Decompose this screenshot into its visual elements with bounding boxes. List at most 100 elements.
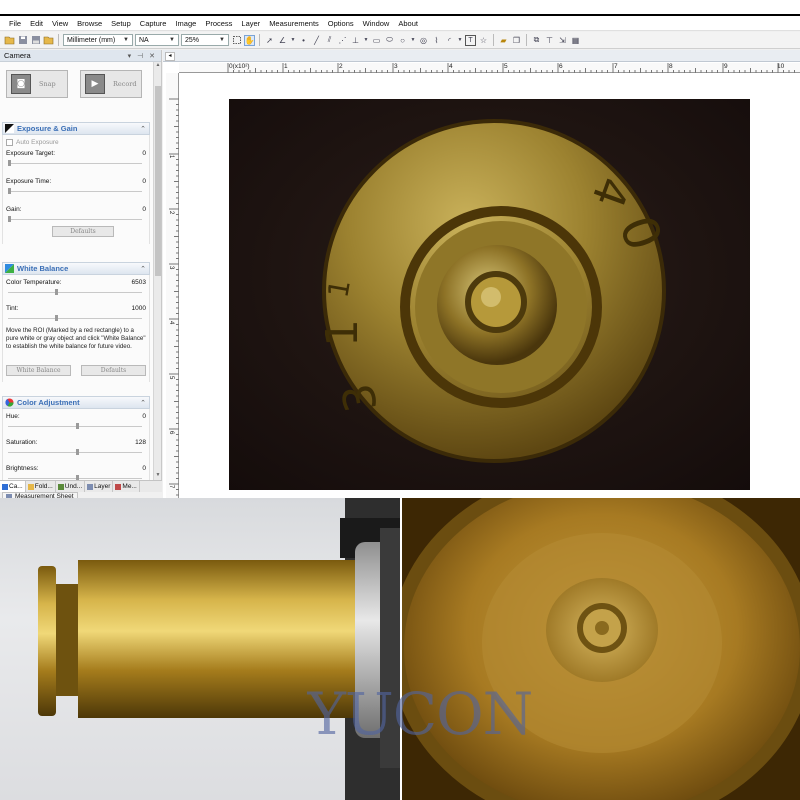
multi-lines-icon[interactable]: ⋰: [337, 35, 348, 46]
watermark-logo: YUCON: [307, 680, 534, 748]
tab-measure[interactable]: Me...: [113, 481, 140, 492]
concentric-circle-icon[interactable]: ◎: [418, 35, 429, 46]
panel-scrollbar[interactable]: ▲ ▼: [153, 62, 161, 480]
exposure-defaults-button[interactable]: Defaults: [52, 226, 114, 237]
slider-knob[interactable]: [8, 216, 11, 222]
menu-capture[interactable]: Capture: [140, 19, 167, 28]
camera-tab-icon: [2, 483, 8, 490]
chevron-down-icon[interactable]: ▼: [363, 35, 369, 46]
rectangle-tool-icon[interactable]: ▭: [371, 35, 382, 46]
chevron-down-icon[interactable]: ▼: [410, 35, 416, 46]
camera-panel: Camera ▾ ⊣ ✕ ▲ ▼ ◙ Snap ▶ Record Exposur…: [0, 50, 162, 485]
hue-slider[interactable]: [6, 421, 146, 431]
angle-tool-icon[interactable]: ∠: [277, 35, 288, 46]
menu-view[interactable]: View: [52, 19, 68, 28]
polyline-tool-icon[interactable]: ⌇: [431, 35, 442, 46]
menu-window[interactable]: Window: [363, 19, 390, 28]
slider-track: [8, 191, 142, 192]
pan-hand-icon[interactable]: ✋: [244, 34, 255, 46]
folder-icon[interactable]: [43, 35, 54, 46]
white-balance-icon: [5, 264, 14, 273]
export-icon[interactable]: ⇲: [557, 35, 568, 46]
line-tool-icon[interactable]: ╱: [311, 35, 322, 46]
copy-icon[interactable]: ❐: [511, 35, 522, 46]
unit-select-value: Millimeter (mm): [67, 36, 116, 44]
slider-knob[interactable]: [55, 315, 58, 321]
text-tool-icon[interactable]: T: [465, 34, 476, 46]
tab-list-icon[interactable]: ◂: [165, 52, 175, 61]
microscope-image[interactable]: 0 4 3 1 1: [229, 99, 750, 490]
white-balance-header[interactable]: White Balance ⌃: [2, 262, 150, 275]
hue-row: Hue: 0: [6, 411, 146, 421]
scroll-up-icon[interactable]: ▲: [154, 62, 162, 70]
tab-undo[interactable]: Und...: [56, 481, 86, 492]
collapse-icon[interactable]: ⌃: [140, 125, 146, 133]
scroll-down-icon[interactable]: ▼: [154, 472, 162, 480]
menu-edit[interactable]: Edit: [30, 19, 43, 28]
slider-knob[interactable]: [55, 289, 58, 295]
slider-knob[interactable]: [76, 423, 79, 429]
color-temp-slider[interactable]: [6, 287, 146, 297]
perpendicular-icon[interactable]: ⊥: [350, 35, 361, 46]
exposure-time-slider[interactable]: [6, 186, 146, 196]
select-arrow-icon[interactable]: ➚: [264, 35, 275, 46]
panel-title: Camera: [4, 51, 31, 60]
arc-tool-icon[interactable]: ◜: [444, 35, 455, 46]
wb-defaults-button[interactable]: Defaults: [81, 365, 146, 376]
slider-knob[interactable]: [76, 449, 79, 455]
collapse-icon[interactable]: ⌃: [140, 399, 146, 407]
chevron-down-icon[interactable]: ▼: [457, 35, 463, 46]
saturation-slider[interactable]: [6, 447, 146, 457]
na-select[interactable]: NA ▼: [135, 34, 179, 46]
slider-knob[interactable]: [8, 160, 11, 166]
menu-file[interactable]: File: [9, 19, 21, 28]
auto-exposure-label: Auto Exposure: [16, 139, 59, 146]
parallel-lines-icon[interactable]: ⫽: [324, 35, 335, 46]
gain-row: Gain: 0: [6, 204, 146, 214]
saturation-label: Saturation:: [6, 438, 38, 446]
record-button[interactable]: ▶ Record: [80, 70, 142, 98]
pin-close-icon[interactable]: ▾ ⊣ ✕: [128, 52, 157, 60]
menu-image[interactable]: Image: [175, 19, 196, 28]
unit-select[interactable]: Millimeter (mm) ▼: [63, 34, 133, 46]
tab-folder[interactable]: Fold...: [26, 481, 56, 492]
calibrate-icon[interactable]: ▰: [498, 35, 509, 46]
open-folder-icon[interactable]: [4, 35, 15, 46]
menu-measurements[interactable]: Measurements: [269, 19, 319, 28]
snap-button[interactable]: ◙ Snap: [6, 70, 68, 98]
na-select-value: NA: [139, 36, 149, 44]
menu-about[interactable]: About: [398, 19, 418, 28]
auto-exposure-checkbox[interactable]: Auto Exposure: [6, 137, 146, 148]
collapse-icon[interactable]: ⌃: [140, 265, 146, 273]
save-all-icon[interactable]: [30, 35, 41, 46]
star-icon[interactable]: ☆: [478, 35, 489, 46]
grid-icon[interactable]: ▦: [570, 35, 581, 46]
slider-track: [8, 452, 142, 453]
menu-layer[interactable]: Layer: [241, 19, 260, 28]
tint-slider[interactable]: [6, 313, 146, 323]
menu-setup[interactable]: Setup: [111, 19, 131, 28]
fit-window-icon[interactable]: [231, 35, 242, 46]
save-icon[interactable]: [17, 35, 28, 46]
gain-slider[interactable]: [6, 214, 146, 224]
tab-layer[interactable]: Layer: [85, 481, 114, 492]
chevron-down-icon[interactable]: ▼: [290, 35, 296, 46]
menu-browse[interactable]: Browse: [77, 19, 102, 28]
exposure-target-label: Exposure Target:: [6, 149, 56, 157]
exposure-target-slider[interactable]: [6, 158, 146, 168]
color-adjustment-header[interactable]: Color Adjustment ⌃: [2, 396, 150, 409]
chevron-down-icon: ▼: [123, 37, 129, 43]
ellipse-tool-icon[interactable]: ⬭: [384, 35, 395, 46]
tab-camera[interactable]: Ca...: [0, 481, 26, 492]
layer-icon[interactable]: ⧉: [531, 35, 542, 46]
zoom-select[interactable]: 25% ▼: [181, 34, 229, 46]
slider-knob[interactable]: [8, 188, 11, 194]
circle-tool-icon[interactable]: ○: [397, 35, 408, 46]
menu-options[interactable]: Options: [328, 19, 354, 28]
align-icon[interactable]: ⊤: [544, 35, 555, 46]
menu-process[interactable]: Process: [205, 19, 232, 28]
exposure-header[interactable]: Exposure & Gain ⌃: [2, 122, 150, 135]
scrollbar-thumb[interactable]: [155, 86, 161, 276]
white-balance-button[interactable]: White Balance: [6, 365, 71, 376]
point-tool-icon[interactable]: •: [298, 35, 309, 46]
